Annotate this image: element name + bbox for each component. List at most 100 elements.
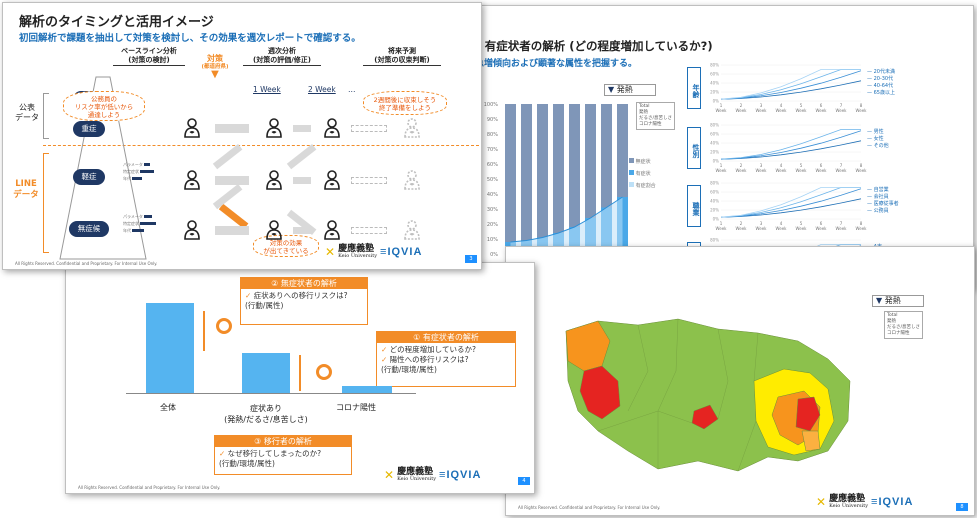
iqvia-logo: ≡IQVIA	[871, 496, 914, 508]
y-tick-label: 20%	[710, 208, 719, 213]
callout-item: ✓ 症状ありへの移行リスクは? (行動/属性)	[245, 291, 348, 310]
person-icon	[323, 220, 341, 240]
callout-item: ✓ どの程度増加しているか?	[381, 345, 476, 354]
dropdown-list: Total 発熱 だるさ/息苦しさ コロナ陽性	[884, 311, 924, 339]
category-tag: 性別	[687, 127, 701, 169]
dropdown-arrow-icon: ▼	[608, 85, 615, 94]
dropdown-option[interactable]: コロナ陽性	[639, 122, 672, 128]
dropdown-value: 発熱	[884, 296, 901, 305]
person-icon	[403, 170, 421, 190]
level-asymptomatic: 無症候	[69, 221, 109, 237]
y-tick-label: 0%	[713, 217, 720, 222]
bar-label-all: 全体	[160, 403, 176, 412]
x-tick-unit: Week	[836, 168, 848, 173]
keio-pen-icon: ✕	[325, 245, 336, 259]
y-tick-label: 90%	[487, 117, 498, 123]
tokyo-choropleth-map	[565, 318, 851, 472]
x-tick-unit: Week	[836, 226, 848, 231]
dashed-arrow	[351, 227, 387, 234]
series-legend: — 自営業 — 会社員 — 医療従事者 — 公務員	[867, 187, 899, 215]
logo: ✕ 慶應義塾Keio University ≡IQVIA	[384, 468, 482, 483]
person-icon	[183, 170, 201, 190]
mini-chart-mild: パラメータ 特定症状 年代	[123, 161, 155, 182]
level-severe: 重症	[73, 121, 105, 137]
gray-arrow	[215, 124, 249, 133]
callout-title: ① 有症状者の解析	[377, 332, 515, 343]
page-number: 8	[956, 503, 968, 511]
dropdown-option[interactable]: コロナ陽性	[887, 331, 920, 337]
y-tick-label: 60%	[487, 162, 498, 168]
series-legend: — 20代未満 — 20-30代 — 40-64代 — 65歳以上	[867, 69, 895, 97]
main-chart-legend: 無症状 有症状 有症割合	[629, 156, 656, 192]
y-tick-label: 40%	[710, 141, 719, 146]
prohibit-icon	[216, 318, 232, 334]
iqvia-logo: ≡IQVIA	[439, 469, 482, 481]
symptom-dropdown[interactable]: ▼ 発熱	[604, 84, 656, 96]
attribute-line-chart: 80%60%40%20%0%1Week2Week3Week4Week5Week6…	[710, 123, 867, 174]
legend-entry: — 65歳以上	[867, 90, 895, 96]
y-tick-label: 20%	[710, 90, 719, 95]
page-number: 3	[465, 255, 477, 263]
x-tick-unit: Week	[816, 108, 828, 113]
y-tick-label: 40%	[710, 199, 719, 204]
bubble-effect: 対策の効果 が出てきている	[253, 235, 319, 257]
x-tick-unit: Week	[716, 108, 728, 113]
slide-timing: 解析のタイミングと活用イメージ 初回解析で課題を抽出して対策を検討し、その効果を…	[2, 2, 482, 270]
category-tag: 年齢	[687, 67, 701, 109]
x-tick-unit: Week	[736, 226, 748, 231]
person-icon	[265, 170, 283, 190]
legend-entry: — 男性	[867, 129, 884, 135]
gray-arrow	[215, 176, 249, 185]
bar-label-symptomatic: 症状あり (発熱/だるさ/息苦しさ)	[224, 404, 308, 424]
legend-entry: — 20代未満	[867, 69, 895, 75]
bubble-public-servant: 公務員の リスク率が低いから 通達しよう	[63, 91, 145, 121]
diagonal-arrow	[212, 184, 243, 210]
slide2-title: ① 有症状者の解析 (どの程度増加しているか?)	[478, 39, 713, 53]
baseline-line	[126, 393, 416, 394]
map-dropdown[interactable]: ▼ 発熱	[872, 295, 924, 307]
main-stacked-chart: 100%90%80%70%60%50%40%30%20%10%0%4Week5W…	[484, 102, 630, 268]
y-tick-label: 40%	[487, 192, 498, 198]
y-tick-label: 80%	[487, 132, 498, 138]
mini-chart-asymptomatic: パラメータ 特定症状 年代	[123, 213, 157, 234]
phase-weekly: 週次分析 (対策の評価/修正)	[243, 47, 321, 66]
y-tick-label: 60%	[710, 190, 719, 195]
footer-text: All Rights Reserved. Confidential and Pr…	[15, 261, 158, 266]
phase-baseline: ベースライン分析 (対策の検討)	[113, 47, 185, 66]
person-icon	[265, 220, 283, 240]
legend-entry: — その他	[867, 143, 889, 149]
legend-entry: — 女性	[867, 136, 884, 142]
x-tick-unit: Week	[756, 226, 768, 231]
logo: ✕ 慶應義塾Keio University ≡IQVIA	[325, 245, 422, 260]
y-tick-label: 20%	[710, 150, 719, 155]
diagonal-arrow	[286, 144, 317, 170]
person-icon	[183, 220, 201, 240]
week-1-label: 1 Week	[253, 85, 281, 94]
person-icon	[403, 118, 421, 138]
slide-map: ▼ 発熱 Total 発熱 だるさ/息苦しさ コロナ陽性 All Rights …	[505, 246, 975, 516]
x-tick-unit: Week	[816, 168, 828, 173]
line-data-label: LINE データ	[13, 179, 39, 200]
y-tick-label: 70%	[487, 147, 498, 153]
gray-arrow	[293, 125, 311, 132]
bar-asymptomatic	[537, 104, 548, 254]
footer-text: All Rights Reserved. Confidential and Pr…	[78, 485, 221, 490]
level-mild: 軽症	[73, 169, 105, 185]
countermeasure-marker: 対策 (都道府県) ▼	[199, 55, 231, 80]
week-2-label: 2 Week	[308, 85, 336, 94]
logo: ✕ 慶應義塾Keio University ≡IQVIA	[816, 495, 914, 510]
y-tick-label: 20%	[487, 222, 498, 228]
dropdown-arrow-icon: ▼	[876, 296, 883, 305]
dashed-arrow	[351, 125, 387, 132]
legend-entry: — 医療従事者	[867, 201, 899, 207]
series-legend: — 男性 — 女性 — その他	[867, 129, 889, 150]
gray-arrow	[215, 226, 249, 235]
x-tick-unit: Week	[796, 226, 808, 231]
diagonal-arrow	[212, 144, 243, 170]
legend-ratio: 有症割合	[629, 180, 656, 192]
down-triangle-icon: ▼	[211, 69, 219, 80]
callout-item: ✓ なぜ移行してしまったのか? (行動/環境/属性)	[219, 449, 322, 468]
y-tick-label: 50%	[487, 177, 498, 183]
keio-logo-en: Keio University	[338, 253, 378, 259]
gray-arrow	[293, 177, 311, 184]
